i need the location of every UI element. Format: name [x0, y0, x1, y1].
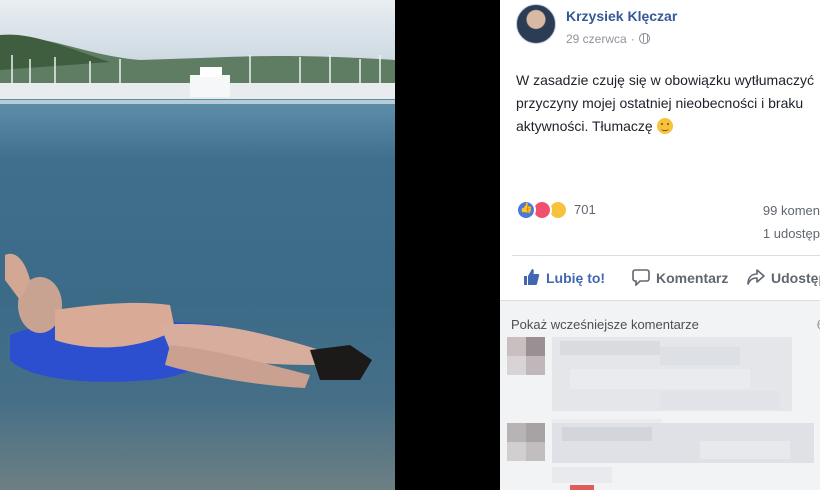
- photo-letterbox: [395, 0, 500, 490]
- meta-separator: ·: [630, 32, 635, 46]
- author-name[interactable]: Krzysiek Klęczar: [566, 8, 677, 24]
- speech-bubble-icon: [632, 269, 650, 286]
- shares-count-link[interactable]: 1 udostęp: [763, 226, 820, 241]
- comment-pixel: [660, 347, 740, 365]
- author-avatar[interactable]: [516, 4, 556, 44]
- post-panel: Krzysiek Klęczar 29 czerwca · W zasadzie …: [500, 0, 820, 490]
- smirk-emoji-icon: [656, 118, 673, 134]
- comment-avatar: [507, 423, 545, 461]
- share-label: Udostęp: [771, 270, 820, 286]
- photo-person-on-float: [5, 253, 372, 388]
- comments-count-link[interactable]: 99 komen: [763, 203, 820, 218]
- comment-pixel: [560, 341, 660, 355]
- comment-avatar: [507, 337, 545, 375]
- comment-reaction-pixel: [570, 485, 594, 490]
- share-arrow-icon: [747, 269, 765, 285]
- thumbs-up-icon: [524, 269, 540, 285]
- like-reaction-icon: [516, 200, 536, 220]
- post-meta: 29 czerwca ·: [566, 32, 650, 46]
- show-previous-comments-link[interactable]: Pokaż wcześniejsze komentarze: [511, 317, 699, 332]
- comments-section: Pokaż wcześniejsze komentarze 6: [500, 301, 820, 490]
- comment-pixel: [700, 441, 790, 459]
- share-button[interactable]: Udostęp: [747, 268, 820, 286]
- comment-pixel: [570, 369, 750, 389]
- post-text: W zasadzie czuję się w obowiązku wytłuma…: [516, 69, 816, 138]
- comment-button[interactable]: Komentarz: [632, 268, 728, 286]
- comment-pixel: [552, 467, 612, 483]
- photo-buoy-line: [0, 100, 395, 104]
- post-actions: Lubię to! Komentarz Udostęp: [512, 256, 820, 300]
- globe-icon: [638, 33, 650, 44]
- comment-label: Komentarz: [656, 270, 729, 286]
- post-photo[interactable]: [0, 0, 395, 490]
- post-date[interactable]: 29 czerwca: [566, 32, 627, 46]
- comment-pixel: [660, 391, 780, 409]
- reactions-count: 701: [574, 202, 596, 217]
- like-label: Lubię to!: [546, 270, 606, 286]
- comment-pixel: [562, 427, 652, 441]
- photo-marina: [0, 55, 395, 99]
- like-button[interactable]: Lubię to!: [522, 268, 605, 286]
